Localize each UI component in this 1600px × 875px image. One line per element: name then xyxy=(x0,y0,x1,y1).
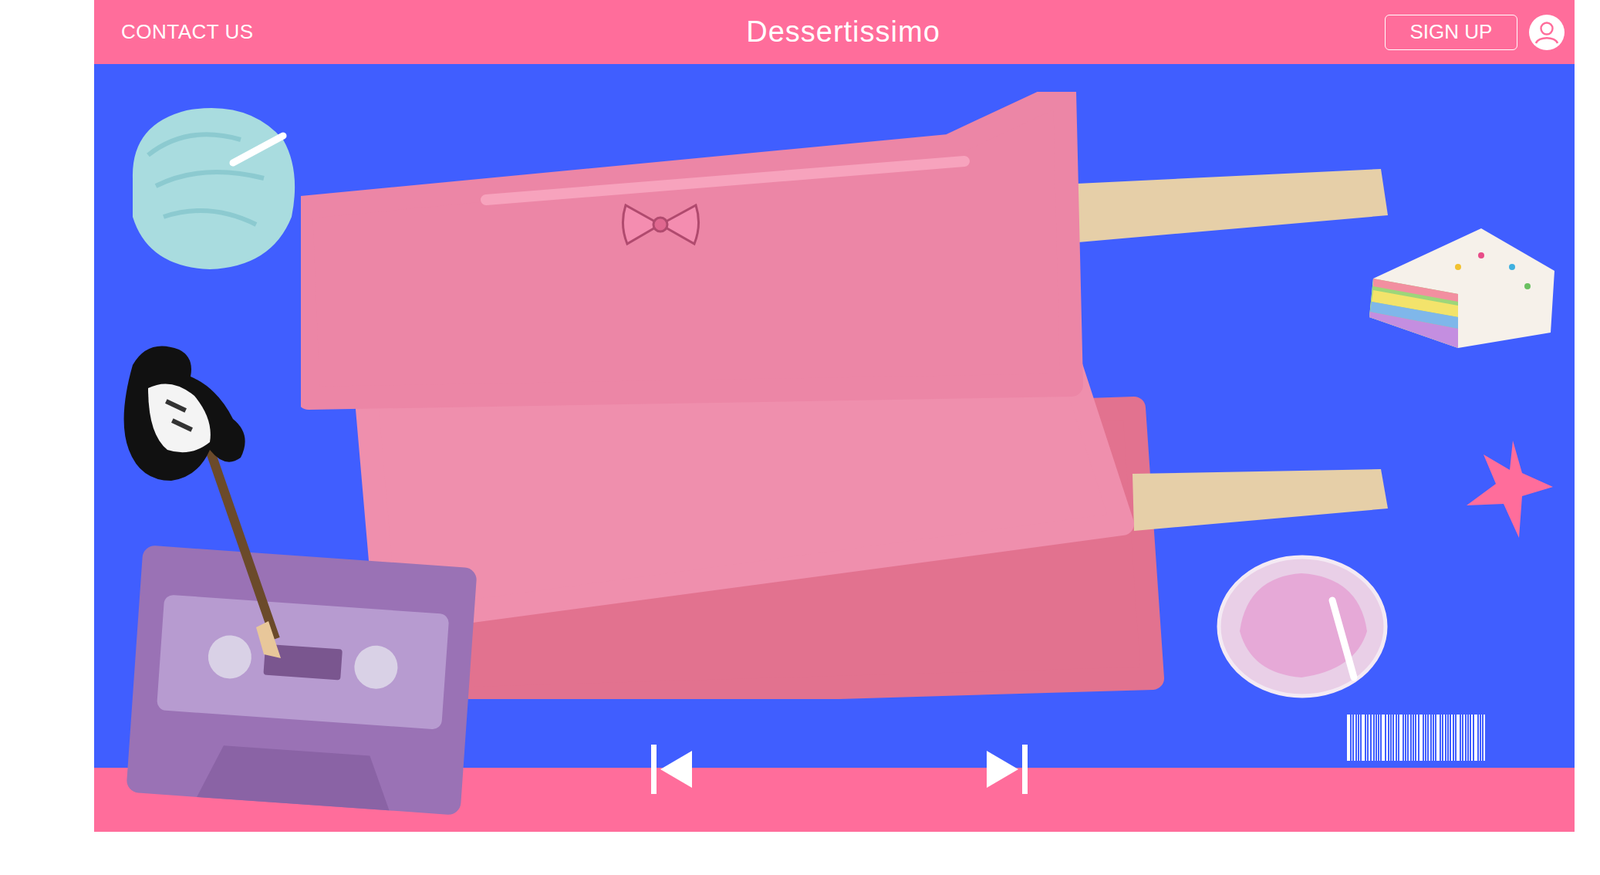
barcode-bar xyxy=(1379,714,1381,761)
barcode-bar xyxy=(1468,714,1470,761)
barcode-bar xyxy=(1408,714,1411,761)
barcode-bar xyxy=(1371,714,1374,761)
pink-ice-cream-icon xyxy=(1216,553,1388,699)
previous-icon[interactable] xyxy=(651,744,692,794)
barcode-bar xyxy=(1451,714,1453,761)
barcode-bar xyxy=(1419,714,1423,761)
barcode-bar xyxy=(1366,714,1368,761)
star-icon xyxy=(1466,440,1553,538)
barcode-bar xyxy=(1353,714,1356,761)
barcode-bar xyxy=(1391,714,1393,761)
barcode-bar xyxy=(1441,714,1442,761)
barcode-bar xyxy=(1414,714,1415,761)
bow-icon xyxy=(619,201,703,250)
barcode-bar xyxy=(1416,714,1418,761)
barcode-bar xyxy=(1397,714,1398,761)
barcode-bar xyxy=(1411,714,1413,761)
barcode-bar xyxy=(1394,714,1396,761)
barcode-bar xyxy=(1478,714,1480,761)
site-title[interactable]: Dessertissimo xyxy=(745,15,941,49)
barcode-bar xyxy=(1446,714,1448,761)
barcode-bar xyxy=(1359,714,1361,761)
barcode-bar xyxy=(1431,714,1433,761)
barcode-bar xyxy=(1424,714,1425,761)
top-bar: CONTACT USDessertissimo SIGN UP xyxy=(94,0,1575,65)
guitar-icon xyxy=(117,334,281,659)
barcode-bar xyxy=(1448,714,1450,761)
barcode-bar xyxy=(1466,714,1468,761)
site-frame: CONTACT USDessertissimo SIGN UP xyxy=(94,0,1575,832)
barcode-bar xyxy=(1389,714,1391,761)
barcode-bar xyxy=(1461,714,1462,761)
next-icon[interactable] xyxy=(986,744,1028,794)
barcode-bar xyxy=(1406,714,1408,761)
barcode-bar xyxy=(1356,714,1358,761)
barcode-bar xyxy=(1463,714,1465,761)
barcode-bar xyxy=(1368,714,1371,761)
user-icon[interactable] xyxy=(1528,13,1566,51)
barcode-bar xyxy=(1361,714,1365,761)
barcode-bar xyxy=(1474,714,1478,761)
barcode xyxy=(1346,714,1556,761)
barcode-bar xyxy=(1443,714,1445,761)
barcode-bar xyxy=(1471,714,1473,761)
blue-ice-cream-icon xyxy=(117,93,303,273)
barcode-bar xyxy=(1426,714,1428,761)
page: CONTACT USDessertissimo SIGN UP xyxy=(0,0,1600,875)
barcode-bar xyxy=(1454,714,1455,761)
barcode-bar xyxy=(1456,714,1460,761)
barcode-bar xyxy=(1374,714,1376,761)
barcode-bar xyxy=(1428,714,1431,761)
barcode-bar xyxy=(1386,714,1388,761)
barcode-bar xyxy=(1404,714,1405,761)
barcode-bar xyxy=(1434,714,1435,761)
barcode-bar xyxy=(1481,714,1482,761)
account-area: SIGN UP xyxy=(940,13,1566,51)
barcode-bar xyxy=(1377,714,1378,761)
barcode-bar xyxy=(1399,714,1403,761)
contact-link[interactable]: CONTACT US xyxy=(121,20,746,44)
sign-up-button[interactable]: SIGN UP xyxy=(1384,14,1518,51)
barcode-bar xyxy=(1351,714,1353,761)
hero-canvas xyxy=(94,64,1575,768)
barcode-bar xyxy=(1483,714,1486,761)
barcode-bar xyxy=(1436,714,1440,761)
rainbow-cake-icon xyxy=(1365,224,1560,352)
barcode-bar xyxy=(1346,714,1351,761)
cassette-tape-icon xyxy=(119,538,484,823)
barcode-bar xyxy=(1381,714,1385,761)
carousel-controls xyxy=(651,744,1028,809)
